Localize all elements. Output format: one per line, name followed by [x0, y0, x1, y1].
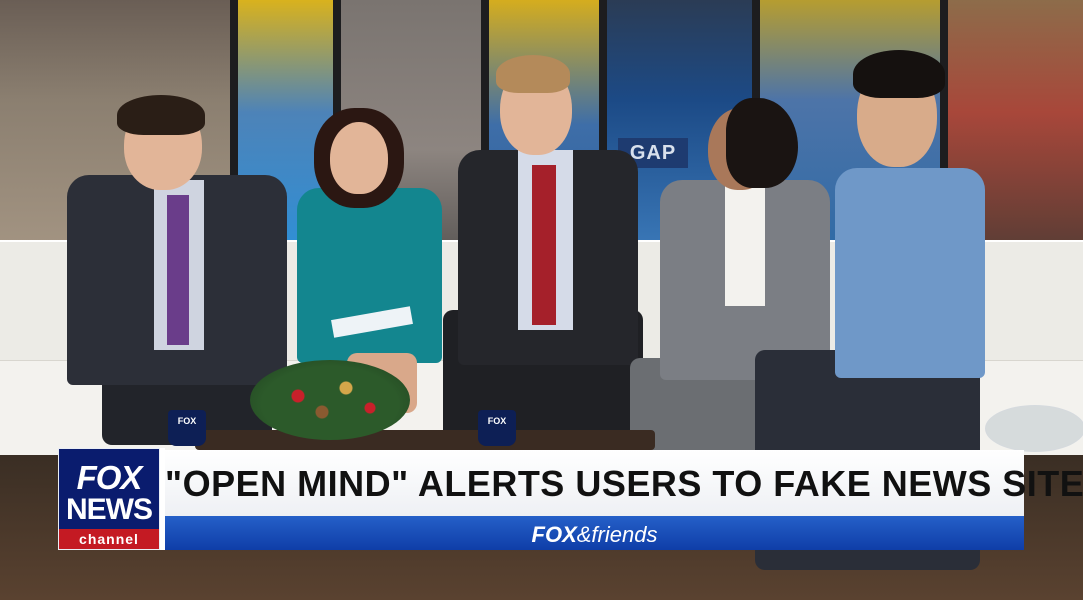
logo-news-text: NEWS [66, 493, 153, 526]
headline-text: "OPEN MIND" ALERTS USERS TO FAKE NEWS SI… [165, 463, 1083, 504]
logo-fox-text: FOX [76, 459, 143, 496]
mug-right: FOX [478, 410, 516, 446]
logo-channel-text: channel [59, 529, 159, 549]
person-host-center [443, 55, 643, 455]
mug-logo: FOX [177, 416, 197, 426]
mug-logo: FOX [487, 416, 507, 426]
show-name-bar: FOX&friends [165, 516, 1024, 550]
christmas-wreath [250, 360, 410, 440]
headline-banner: "OPEN MIND" ALERTS USERS TO FAKE NEWS SI… [165, 450, 1083, 516]
mug-left: FOX [168, 410, 206, 446]
broadcast-frame: GAP FOX FOX FOX NEWS channel "OPEN MIND"… [0, 0, 1083, 600]
side-table [985, 405, 1083, 452]
show-name-friends: &friends [576, 522, 658, 547]
coffee-table [195, 430, 655, 450]
fox-news-channel-logo: FOX NEWS channel [58, 448, 160, 550]
show-name: FOX&friends [165, 522, 1024, 548]
show-name-fox: FOX [531, 522, 577, 547]
